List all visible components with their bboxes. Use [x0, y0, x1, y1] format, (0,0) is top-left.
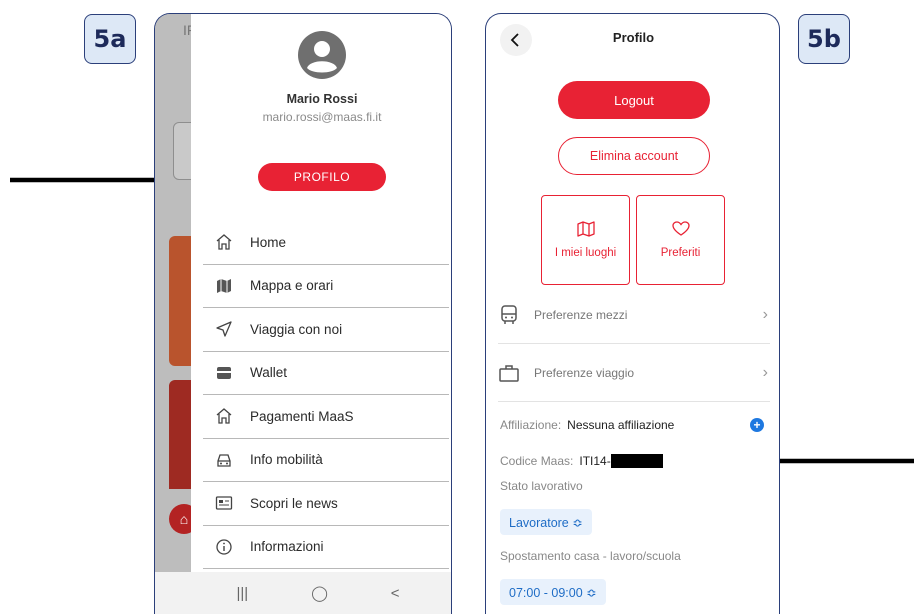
- menu-item-label: Scopri le news: [250, 495, 338, 511]
- menu-item-label: Informazioni: [250, 539, 324, 555]
- profile-button[interactable]: PROFILO: [258, 163, 386, 191]
- travel-preferences-row[interactable]: Preferenze viaggio ›: [498, 344, 770, 402]
- commute-time-select[interactable]: 07:00 - 09:00 ≎: [500, 579, 606, 605]
- figure-label-5a: 5a: [84, 14, 136, 64]
- menu-item-informazioni[interactable]: Informazioni: [203, 526, 449, 569]
- transport-preferences-label: Preferenze mezzi: [534, 307, 628, 322]
- menu-item-label: Home: [250, 234, 287, 250]
- logout-button[interactable]: Logout: [558, 81, 710, 119]
- navigation-icon: [214, 319, 234, 339]
- home-outline-icon: [214, 406, 234, 426]
- work-status-select[interactable]: Lavoratore ≎: [500, 509, 592, 535]
- drawer-menu: Home Mappa e orari Viaggia con noi Walle…: [191, 221, 451, 569]
- heart-icon: [671, 221, 690, 236]
- chevron-right-icon: ›: [762, 363, 768, 381]
- maas-code-label: Codice Maas:: [500, 454, 574, 468]
- home-icon: [214, 232, 234, 252]
- info-icon: [214, 537, 234, 557]
- maas-code-value: ITI14-: [579, 454, 611, 468]
- delete-account-button[interactable]: Elimina account: [558, 137, 710, 175]
- menu-item-label: Pagamenti MaaS: [250, 408, 354, 424]
- avatar-icon[interactable]: [298, 31, 346, 79]
- bus-icon: [498, 304, 520, 325]
- back-nav-button[interactable]: <: [391, 585, 400, 602]
- my-places-label: I miei luoghi: [554, 247, 617, 259]
- work-status-label: Stato lavorativo: [500, 479, 583, 493]
- menu-item-mappa[interactable]: Mappa e orari: [203, 265, 449, 308]
- affiliation-value: Nessuna affiliazione: [567, 418, 675, 432]
- menu-item-label: Mappa e orari: [250, 278, 334, 294]
- briefcase-icon: [498, 364, 520, 382]
- map-icon: [214, 276, 234, 296]
- side-drawer: Mario Rossi mario.rossi@maas.fi.it PROFI…: [191, 14, 451, 614]
- menu-item-wallet[interactable]: Wallet: [203, 352, 449, 395]
- page-title: Profilo: [612, 30, 655, 45]
- affiliation-label: Affiliazione:: [500, 418, 562, 432]
- transport-preferences-row[interactable]: Preferenze mezzi ›: [498, 286, 770, 344]
- figure-label-5b: 5b: [798, 14, 850, 64]
- menu-item-label: Wallet: [250, 365, 288, 381]
- home-nav-button[interactable]: ◯: [311, 584, 328, 602]
- menu-item-info-mobilita[interactable]: Info mobilità: [203, 439, 449, 482]
- commute-label: Spostamento casa - lavoro/scuola: [500, 549, 681, 563]
- favorites-label: Preferiti: [660, 247, 701, 259]
- menu-item-label: Info mobilità: [250, 452, 323, 468]
- map-outline-icon: [576, 221, 595, 237]
- affiliation-line: Affiliazione: Nessuna affiliazione: [500, 418, 674, 432]
- menu-item-news[interactable]: Scopri le news: [203, 482, 449, 526]
- maas-code-line: Codice Maas: ITI14-: [500, 454, 663, 468]
- phone-screen-profile: Profilo Logout Elimina account I miei lu…: [485, 13, 780, 614]
- menu-item-pagamenti[interactable]: Pagamenti MaaS: [203, 395, 449, 439]
- add-affiliation-button[interactable]: +: [750, 418, 764, 432]
- android-nav-bar: ||| ◯ <: [155, 572, 451, 614]
- redaction-bar: [610, 454, 663, 468]
- car-icon: [214, 450, 234, 470]
- user-email: mario.rossi@maas.fi.it: [262, 110, 382, 124]
- chevron-right-icon: ›: [762, 305, 768, 323]
- phone-screen-menu: IF ⌂ Mario Rossi mario.rossi@maas.fi.it …: [154, 13, 452, 614]
- wallet-icon: [214, 363, 234, 383]
- favorites-tile[interactable]: Preferiti: [636, 195, 725, 285]
- my-places-tile[interactable]: I miei luoghi: [541, 195, 630, 285]
- recents-button[interactable]: |||: [236, 585, 248, 602]
- news-icon: [214, 493, 234, 513]
- menu-item-label: Viaggia con noi: [250, 321, 343, 337]
- travel-preferences-label: Preferenze viaggio: [534, 365, 635, 380]
- menu-item-viaggia[interactable]: Viaggia con noi: [203, 308, 449, 352]
- menu-item-home[interactable]: Home: [203, 221, 449, 265]
- user-name: Mario Rossi: [286, 92, 358, 106]
